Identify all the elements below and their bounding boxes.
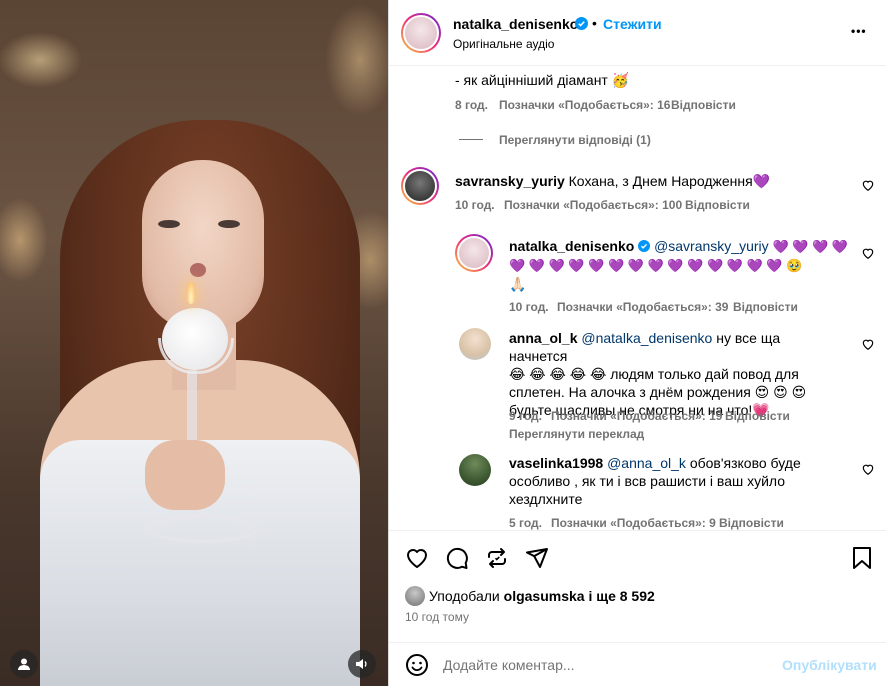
- reply-button[interactable]: Відповісти: [685, 198, 750, 212]
- comment-body: savransky_yuriy Кохана, з Днем Народженн…: [455, 172, 855, 190]
- like-comment-heart-icon[interactable]: [861, 178, 875, 192]
- audio-label[interactable]: Оригінальне аудіо: [453, 37, 554, 51]
- like-comment-heart-icon[interactable]: [861, 337, 875, 351]
- post-comment-button[interactable]: Опублікувати: [782, 657, 877, 673]
- comment-time[interactable]: 9 год.: [509, 409, 542, 423]
- comment-text: особливо , як ти і всв рашисти і ваш хуй…: [509, 473, 786, 489]
- view-replies-button[interactable]: Переглянути відповіді (1): [499, 133, 651, 147]
- like-heart-icon[interactable]: [405, 546, 429, 570]
- comment-likes[interactable]: Позначки «Подобається»: 19: [551, 409, 722, 423]
- author-avatar[interactable]: [401, 13, 441, 53]
- comment-username[interactable]: anna_ol_k: [509, 330, 577, 346]
- comment-text: - як айцінніший діамант 🥳: [455, 72, 630, 88]
- comment-composer: Опублікувати: [389, 642, 886, 686]
- like-comment-heart-icon[interactable]: [861, 246, 875, 260]
- video-subject-mouth: [190, 263, 206, 277]
- comment-body: anna_ol_k @natalka_denisenko ну все ща н…: [509, 329, 839, 419]
- comment-text: 😂 😂 😂 😂 😂 людям только дай повод для: [509, 366, 799, 382]
- speaker-icon: [356, 659, 367, 669]
- comment-username[interactable]: natalka_denisenko: [509, 238, 634, 254]
- video-subject-eye: [218, 220, 240, 228]
- comment-mention[interactable]: @anna_ol_k: [607, 455, 686, 471]
- post-panel: natalka_denisenko • Стежити Оригінальне …: [388, 0, 886, 686]
- verified-badge-icon: [575, 17, 588, 30]
- comment-text: хездлхните: [509, 491, 583, 507]
- likes-summary: Уподобали olgasumska і ще 8 592: [429, 588, 655, 604]
- likes-prefix: Уподобали: [429, 588, 500, 604]
- reel-video[interactable]: [0, 0, 388, 686]
- commenter-avatar[interactable]: [459, 328, 491, 360]
- video-subject-face: [142, 160, 264, 330]
- liker-avatar[interactable]: [405, 586, 425, 606]
- comment-time[interactable]: 10 год.: [455, 198, 495, 212]
- share-send-icon[interactable]: [525, 546, 549, 570]
- comment-time[interactable]: 8 год.: [455, 98, 488, 112]
- comment-username[interactable]: savransky_yuriy: [455, 173, 565, 189]
- comment-likes[interactable]: Позначки «Подобається»: 9: [551, 516, 716, 530]
- user-icon: [18, 658, 30, 670]
- candle-glass-base: [148, 515, 258, 543]
- save-bookmark-icon[interactable]: [851, 546, 873, 570]
- comment-username[interactable]: vaselinka1998: [509, 455, 603, 471]
- reply-button[interactable]: Відповісти: [733, 300, 798, 314]
- commenter-avatar[interactable]: [401, 167, 439, 205]
- comment-mention[interactable]: @natalka_denisenko: [581, 330, 712, 346]
- comment-likes[interactable]: Позначки «Подобається»: 39: [557, 300, 728, 314]
- comment-time[interactable]: 5 год.: [509, 516, 542, 530]
- comment-emoji: 💜 💜 💜 💜: [772, 239, 849, 254]
- tagged-people-button[interactable]: [10, 650, 38, 678]
- post-header: natalka_denisenko • Стежити Оригінальне …: [389, 0, 886, 66]
- reply-button[interactable]: Відповісти: [719, 516, 784, 530]
- commenter-avatar[interactable]: [455, 234, 493, 272]
- replies-line: [459, 139, 483, 140]
- comment-bubble-icon[interactable]: [445, 546, 469, 570]
- follow-button[interactable]: Стежити: [603, 16, 662, 32]
- comments-list[interactable]: - як айцінніший діамант 🥳 8 год. Позначк…: [389, 66, 886, 530]
- commenter-avatar[interactable]: [459, 454, 491, 486]
- reply-button[interactable]: Відповісти: [725, 409, 790, 423]
- like-comment-heart-icon[interactable]: [861, 462, 875, 476]
- comment-body: natalka_denisenko @savransky_yuriy 💜 💜 💜…: [509, 237, 849, 294]
- comment-input[interactable]: [443, 654, 773, 676]
- post-actions: Уподобали olgasumska і ще 8 592 10 год т…: [389, 530, 886, 642]
- comment-emoji: 💜 💜 💜 💜 💜 💜 💜 💜 💜 💜 💜 💜 💜 💜 🥹: [509, 258, 803, 273]
- comment-mention[interactable]: @savransky_yuriy: [654, 238, 769, 254]
- header-separator-dot: •: [592, 15, 597, 31]
- comment-text: обов'язково буде: [689, 455, 801, 471]
- video-subject-hand: [145, 440, 225, 510]
- mute-button[interactable]: [348, 650, 376, 678]
- post-timestamp[interactable]: 10 год тому: [405, 610, 469, 624]
- comment-likes[interactable]: Позначки «Подобається»: 100: [504, 198, 682, 212]
- see-translation-button[interactable]: Переглянути переклад: [509, 427, 644, 441]
- more-options-icon[interactable]: •••: [851, 24, 867, 38]
- liker-username[interactable]: olgasumska: [504, 588, 585, 604]
- comment-text: Кохана, з Днем Народження💜: [568, 173, 771, 189]
- author-username[interactable]: natalka_denisenko: [453, 16, 578, 32]
- reply-button[interactable]: Відповісти: [671, 98, 736, 112]
- video-subject-eye: [158, 220, 180, 228]
- repost-icon[interactable]: [485, 546, 509, 570]
- comment-body: vaselinka1998 @anna_ol_k обов'язково буд…: [509, 454, 839, 508]
- comment-emoji: 🙏🏻: [509, 276, 527, 292]
- emoji-picker-icon[interactable]: [405, 653, 429, 677]
- likes-count[interactable]: і ще 8 592: [588, 588, 654, 604]
- candle: [162, 308, 228, 370]
- comment-likes[interactable]: Позначки «Подобається»: 16: [499, 98, 670, 112]
- comment-time[interactable]: 10 год.: [509, 300, 549, 314]
- comment-text: сплетен. На алочка з днём рождения 😍 😍 😍: [509, 384, 807, 400]
- verified-badge-icon: [638, 240, 651, 252]
